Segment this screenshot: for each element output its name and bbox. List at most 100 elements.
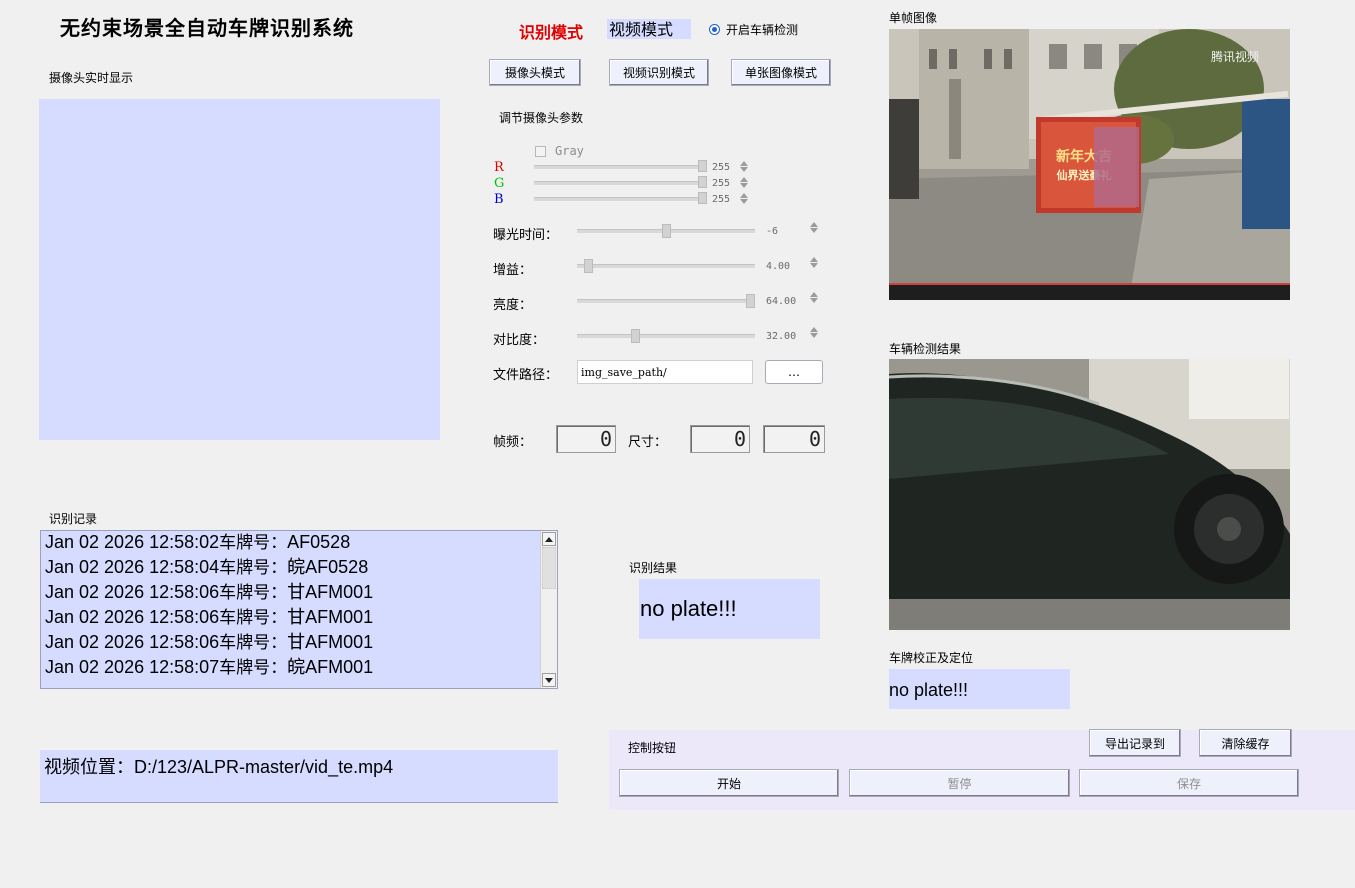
contrast-slider-track[interactable] [577, 334, 755, 338]
checkbox-icon[interactable] [535, 145, 546, 157]
brightness-value: 64.00 [766, 296, 797, 307]
channel-slider-handle-g[interactable] [698, 176, 707, 188]
vehicle-detect-label: 开启车辆检测 [726, 23, 799, 37]
record-prefix: 车牌号： [219, 633, 288, 653]
exposure-label: 曝光时间： [493, 228, 559, 243]
channel-slider-handle-b[interactable] [698, 192, 707, 204]
record-time: Jan 02 2026 12:58:02 [45, 532, 220, 552]
gain-slider-handle[interactable] [584, 259, 593, 273]
scroll-down-button[interactable] [542, 673, 556, 687]
record-plate: 甘AFM001 [287, 607, 374, 627]
mode-label: 识别模式 [519, 23, 584, 42]
plate-locate-value: no plate!!! [889, 669, 1070, 709]
fps-label: 帧频： [493, 435, 533, 450]
record-prefix: 车牌号： [219, 533, 288, 553]
exposure-slider-handle[interactable] [662, 224, 671, 238]
size-width-display: 0 [690, 425, 750, 453]
clear-cache-button[interactable]: 清除缓存 [1199, 729, 1292, 757]
brightness-slider-track[interactable] [577, 299, 755, 303]
record-item[interactable]: Jan 02 2026 12:58:06车牌号：甘AFM001 [41, 631, 557, 656]
gain-label: 增益： [493, 263, 533, 278]
brightness-label: 亮度： [493, 298, 533, 313]
channel-value-g: 255 [712, 178, 731, 189]
contrast-slider-handle[interactable] [631, 329, 640, 343]
current-mode: 视频模式 [607, 19, 691, 39]
channel-slider-track-r[interactable] [534, 165, 707, 169]
camera-params-label: 调节摄像头参数 [499, 111, 584, 125]
result-label: 识别结果 [629, 561, 678, 575]
scroll-up-button[interactable] [542, 532, 556, 546]
record-plate: 甘AFM001 [287, 632, 374, 652]
file-path-label: 文件路径： [493, 368, 559, 383]
brightness-spinner[interactable] [809, 291, 819, 309]
arrow-up-icon [545, 536, 553, 542]
video-watermark: 腾讯视频 [1211, 49, 1259, 64]
export-records-button[interactable]: 导出记录到 [1089, 729, 1181, 757]
camera-mode-button[interactable]: 摄像头模式 [489, 59, 581, 86]
channel-slider-track-g[interactable] [534, 181, 707, 185]
radio-icon[interactable] [709, 24, 720, 35]
gain-spinner[interactable] [809, 256, 819, 274]
frame-scene-image: 新年大吉 仙界送豪礼 腾讯视频 [889, 29, 1290, 300]
channel-spinner-b[interactable] [739, 192, 749, 208]
records-list[interactable]: Jan 02 2026 12:58:02车牌号：AF0528 Jan 02 202… [40, 530, 558, 689]
contrast-label: 对比度： [493, 333, 546, 348]
save-button[interactable]: 保存 [1079, 769, 1299, 797]
channel-spinner-g[interactable] [739, 176, 749, 192]
record-plate: 皖AFM001 [287, 657, 374, 677]
channel-value-b: 255 [712, 194, 731, 205]
scroll-thumb[interactable] [542, 547, 556, 589]
camera-live-view [39, 99, 440, 440]
camera-live-label: 摄像头实时显示 [49, 71, 134, 85]
file-path-input[interactable]: img_save_path/ [577, 360, 753, 384]
vehicle-label: 车辆检测结果 [889, 342, 962, 356]
brightness-slider-handle[interactable] [746, 294, 755, 308]
exposure-spinner[interactable] [809, 221, 819, 239]
result-value: no plate!!! [639, 579, 820, 639]
record-time: Jan 02 2026 12:58:06 [45, 607, 220, 627]
record-item[interactable]: Jan 02 2026 12:58:02车牌号：AF0528 [41, 531, 557, 556]
app-title: 无约束场景全自动车牌识别系统 [60, 16, 354, 40]
gain-slider-track[interactable] [577, 264, 755, 268]
plate-locate-label: 车牌校正及定位 [889, 651, 974, 665]
channel-slider-track-b[interactable] [534, 197, 707, 201]
contrast-spinner[interactable] [809, 326, 819, 344]
record-time: Jan 02 2026 12:58:06 [45, 582, 220, 602]
size-label: 尺寸： [628, 435, 668, 450]
channel-slider-handle-r[interactable] [698, 160, 707, 172]
channel-label-b: B [494, 192, 504, 207]
channel-label-g: G [494, 176, 505, 191]
record-item[interactable]: Jan 02 2026 12:58:07车牌号：皖AFM001 [41, 656, 557, 681]
record-item[interactable]: Jan 02 2026 12:58:06车牌号：甘AFM001 [41, 606, 557, 631]
record-time: Jan 02 2026 12:58:06 [45, 632, 220, 652]
gray-checkbox[interactable]: Gray [535, 144, 584, 158]
records-scrollbar[interactable] [540, 531, 557, 688]
record-time: Jan 02 2026 12:58:07 [45, 657, 220, 677]
size-height-display: 0 [763, 425, 825, 453]
arrow-down-icon [545, 677, 553, 683]
vehicle-image [889, 359, 1290, 630]
record-item[interactable]: Jan 02 2026 12:58:06车牌号：甘AFM001 [41, 581, 557, 606]
record-plate: 皖AF0528 [287, 557, 369, 577]
channel-label-r: R [494, 160, 504, 175]
record-item[interactable]: Jan 02 2026 12:58:04车牌号：皖AF0528 [41, 556, 557, 581]
control-label: 控制按钮 [628, 741, 677, 755]
pause-button[interactable]: 暂停 [849, 769, 1070, 797]
video-location: 视频位置：D:/123/ALPR-master/vid_te.mp4 [40, 750, 558, 803]
video-mode-button[interactable]: 视频识别模式 [609, 59, 709, 86]
record-prefix: 车牌号： [219, 658, 288, 678]
start-button[interactable]: 开始 [619, 769, 839, 797]
fps-display: 0 [556, 425, 616, 453]
browse-button[interactable]: … [765, 360, 823, 384]
record-prefix: 车牌号： [219, 608, 288, 628]
exposure-value: -6 [766, 226, 779, 237]
vehicle-detect-toggle[interactable]: 开启车辆检测 [709, 21, 798, 38]
record-plate: AF0528 [287, 532, 351, 552]
record-prefix: 车牌号： [219, 583, 288, 603]
single-image-mode-button[interactable]: 单张图像模式 [731, 59, 831, 86]
gain-value: 4.00 [766, 261, 791, 272]
frame-label: 单帧图像 [889, 11, 938, 25]
channel-spinner-r[interactable] [739, 160, 749, 176]
gray-label: Gray [555, 144, 584, 158]
records-label: 识别记录 [49, 512, 98, 526]
